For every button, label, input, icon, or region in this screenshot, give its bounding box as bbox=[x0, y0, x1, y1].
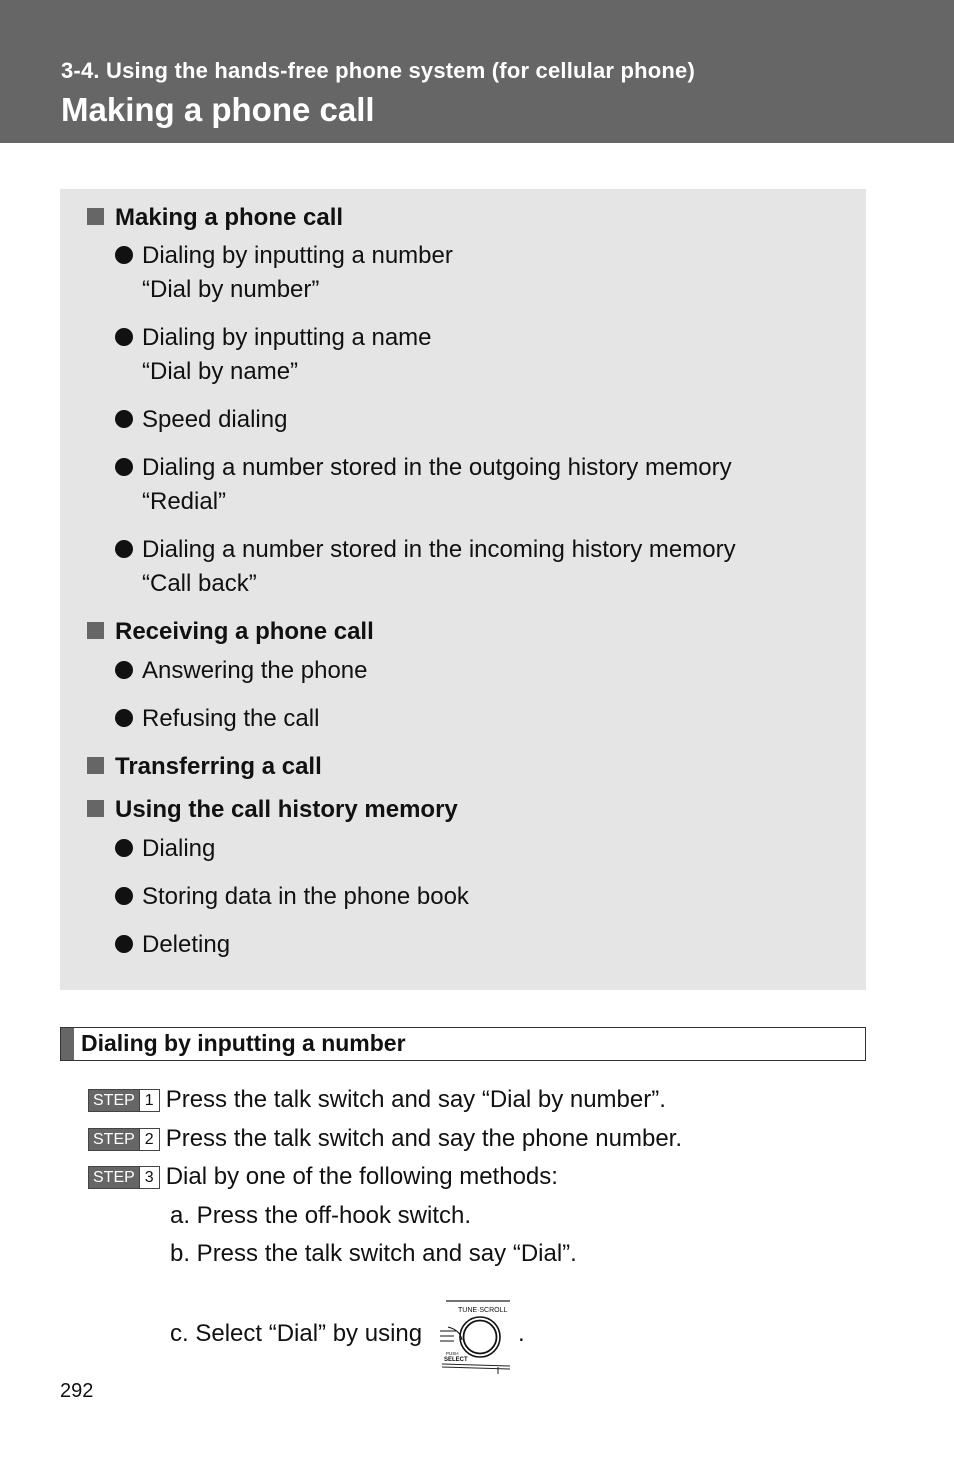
method-b: b. Press the talk switch and say “Dial”. bbox=[170, 1240, 577, 1267]
summary-heading: Receiving a phone call bbox=[87, 618, 374, 646]
step-badge: STEP 1 bbox=[88, 1089, 160, 1112]
page-header: 3-4. Using the hands-free phone system (… bbox=[0, 0, 954, 143]
voice-command: “Dial by name” bbox=[142, 358, 299, 385]
summary-item: Speed dialing bbox=[115, 406, 287, 434]
method-c: c. Select “Dial” by using bbox=[170, 1320, 423, 1347]
round-bullet-icon bbox=[115, 246, 133, 264]
procedure-heading-text: Dialing by inputting a number bbox=[81, 1030, 406, 1056]
square-bullet-icon bbox=[87, 208, 104, 225]
round-bullet-icon bbox=[115, 709, 133, 727]
step-badge: STEP 3 bbox=[88, 1166, 160, 1189]
summary-box: Making a phone call Dialing by inputting… bbox=[60, 189, 866, 990]
round-bullet-icon bbox=[115, 935, 133, 953]
summary-heading: Making a phone call bbox=[87, 204, 343, 232]
summary-item: Dialing a number stored in the incoming … bbox=[115, 536, 736, 564]
step-3: STEP 3 Dial by one of the following method… bbox=[88, 1163, 558, 1191]
step-badge: STEP 2 bbox=[88, 1128, 160, 1151]
round-bullet-icon bbox=[115, 887, 133, 905]
round-bullet-icon bbox=[115, 661, 133, 679]
knob-select-label: SELECT bbox=[444, 1357, 468, 1363]
square-bullet-icon bbox=[87, 622, 104, 639]
round-bullet-icon bbox=[115, 410, 133, 428]
knob-push-label: PUSH bbox=[446, 1351, 459, 1356]
square-bullet-icon bbox=[87, 757, 104, 774]
step-2: STEP 2 Press the talk switch and say the p… bbox=[88, 1125, 682, 1153]
method-a: a. Press the off-hook switch. bbox=[170, 1202, 472, 1229]
round-bullet-icon bbox=[115, 458, 133, 476]
voice-command: “Redial” bbox=[142, 488, 227, 515]
round-bullet-icon bbox=[115, 839, 133, 857]
step-1: STEP 1 Press the talk switch and say “Dial… bbox=[88, 1086, 666, 1114]
voice-command: “Call back” bbox=[142, 570, 257, 597]
section-title: 3-4. Using the hands-free phone system (… bbox=[61, 58, 696, 83]
page-title: Making a phone call bbox=[61, 91, 375, 128]
summary-item: Dialing a number stored in the outgoing … bbox=[115, 454, 732, 482]
heading-accent-bar bbox=[61, 1028, 74, 1060]
knob-top-label: TUNE·SCROLL bbox=[458, 1307, 508, 1314]
square-bullet-icon bbox=[87, 800, 104, 817]
round-bullet-icon bbox=[115, 540, 133, 558]
summary-item: Answering the phone bbox=[115, 657, 368, 685]
round-bullet-icon bbox=[115, 328, 133, 346]
summary-heading: Using the call history memory bbox=[87, 796, 458, 824]
summary-item: Dialing by inputting a number bbox=[115, 242, 453, 270]
summary-item: Dialing by inputting a name bbox=[115, 324, 432, 352]
summary-item: Refusing the call bbox=[115, 705, 319, 733]
summary-heading: Transferring a call bbox=[87, 753, 322, 781]
page-number: 292 bbox=[60, 1380, 94, 1402]
tune-scroll-knob-icon: TUNE·SCROLL PUSH SELECT bbox=[440, 1300, 511, 1374]
summary-item: Storing data in the phone book bbox=[115, 883, 469, 911]
summary-item: Deleting bbox=[115, 931, 230, 959]
procedure-heading: Dialing by inputting a number bbox=[60, 1027, 866, 1061]
voice-command: “Dial by number” bbox=[142, 276, 320, 303]
summary-item: Dialing bbox=[115, 835, 215, 863]
method-c-end: . bbox=[518, 1320, 525, 1347]
